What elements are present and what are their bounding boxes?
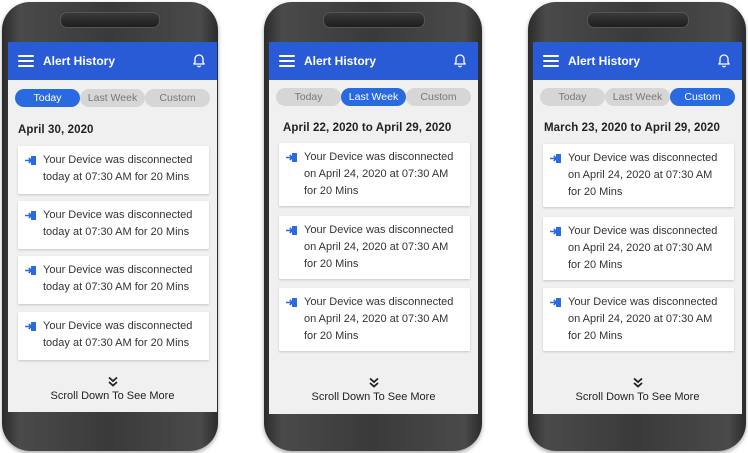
scroll-hint-label: Scroll Down To See More	[575, 391, 700, 403]
disconnect-arrow-icon	[550, 298, 561, 307]
disconnect-arrow-icon	[25, 266, 36, 275]
app-screen: Alert History Today Last Week Custom Apr…	[269, 42, 478, 414]
tab-today[interactable]: Today	[15, 89, 80, 107]
tab-today[interactable]: Today	[540, 88, 605, 106]
tab-custom[interactable]: Custom	[145, 89, 210, 107]
filter-tabs: Today Last Week Custom	[8, 89, 217, 111]
tab-last-week[interactable]: Last Week	[605, 88, 670, 106]
phone-today: Alert History Today Last Week Custom Apr…	[2, 2, 218, 451]
alert-text: Your Device was disconnected on April 24,…	[568, 152, 718, 198]
page-title: Alert History	[43, 54, 116, 68]
double-chevron-down-icon	[107, 376, 118, 387]
disconnect-arrow-icon	[25, 156, 36, 165]
alert-text: Your Device was disconnected today at 07:…	[43, 154, 193, 183]
bell-icon[interactable]	[452, 53, 468, 69]
disconnect-arrow-icon	[550, 154, 561, 163]
alert-card[interactable]: Your Device was disconnected on April 24,…	[543, 288, 734, 351]
alert-text: Your Device was disconnected on April 24,…	[304, 296, 454, 342]
disconnect-arrow-icon	[550, 227, 561, 236]
scroll-hint-label: Scroll Down To See More	[311, 391, 436, 403]
alert-text: Your Device was disconnected on April 24,…	[568, 225, 718, 271]
page-title: Alert History	[304, 54, 377, 68]
phone-speaker	[60, 12, 160, 28]
alert-card[interactable]: Your Device was disconnected on April 24,…	[543, 144, 734, 207]
alert-text: Your Device was disconnected on April 24,…	[304, 224, 454, 270]
app-screen: Alert History Today Last Week Custom Mar…	[533, 42, 742, 414]
scroll-hint[interactable]: Scroll Down To See More	[269, 377, 478, 403]
bell-icon[interactable]	[191, 53, 207, 69]
alert-card[interactable]: Your Device was disconnected on April 24,…	[279, 143, 470, 206]
alert-card[interactable]: Your Device was disconnected today at 07:…	[18, 312, 209, 360]
alert-card[interactable]: Your Device was disconnected today at 07:…	[18, 201, 209, 249]
scroll-hint[interactable]: Scroll Down To See More	[533, 377, 742, 403]
alert-text: Your Device was disconnected on April 24,…	[304, 151, 454, 197]
date-range-label: March 23, 2020 to April 29, 2020	[544, 122, 721, 134]
alert-text: Your Device was disconnected on April 24,…	[568, 296, 718, 342]
app-bar: Alert History	[8, 42, 217, 80]
tab-last-week[interactable]: Last Week	[341, 88, 406, 106]
disconnect-arrow-icon	[25, 322, 36, 331]
phone-speaker	[587, 12, 689, 28]
filter-tabs: Today Last Week Custom	[533, 88, 742, 110]
alert-text: Your Device was disconnected today at 07:…	[43, 209, 193, 238]
scroll-hint-label: Scroll Down To See More	[50, 390, 175, 402]
date-range-label: April 30, 2020	[18, 124, 94, 136]
hamburger-menu-icon[interactable]	[279, 55, 295, 67]
double-chevron-down-icon	[368, 377, 379, 388]
bell-icon[interactable]	[716, 53, 732, 69]
scroll-hint[interactable]: Scroll Down To See More	[8, 376, 217, 402]
tab-custom[interactable]: Custom	[406, 88, 471, 106]
page-title: Alert History	[568, 54, 641, 68]
alert-card[interactable]: Your Device was disconnected on April 24,…	[279, 288, 470, 351]
alert-card[interactable]: Your Device was disconnected on April 24,…	[543, 217, 734, 280]
tab-custom[interactable]: Custom	[670, 88, 735, 106]
phone-last-week: Alert History Today Last Week Custom Apr…	[264, 2, 482, 451]
filter-tabs: Today Last Week Custom	[269, 88, 478, 110]
date-range-label: April 22, 2020 to April 29, 2020	[283, 122, 452, 134]
app-screen: Alert History Today Last Week Custom Apr…	[8, 42, 217, 412]
hamburger-menu-icon[interactable]	[18, 55, 34, 67]
disconnect-arrow-icon	[25, 211, 36, 220]
app-bar: Alert History	[533, 42, 742, 80]
alert-text: Your Device was disconnected today at 07:…	[43, 320, 193, 349]
hamburger-menu-icon[interactable]	[543, 55, 559, 67]
app-bar: Alert History	[269, 42, 478, 80]
phone-speaker	[323, 12, 425, 28]
disconnect-arrow-icon	[286, 226, 297, 235]
alert-card[interactable]: Your Device was disconnected today at 07:…	[18, 146, 209, 194]
double-chevron-down-icon	[632, 377, 643, 388]
alert-card[interactable]: Your Device was disconnected today at 07:…	[18, 256, 209, 304]
disconnect-arrow-icon	[286, 298, 297, 307]
alert-card[interactable]: Your Device was disconnected on April 24,…	[279, 216, 470, 279]
tab-last-week[interactable]: Last Week	[80, 89, 145, 107]
disconnect-arrow-icon	[286, 153, 297, 162]
alert-text: Your Device was disconnected today at 07:…	[43, 264, 193, 293]
phone-custom: Alert History Today Last Week Custom Mar…	[528, 2, 746, 451]
tab-today[interactable]: Today	[276, 88, 341, 106]
